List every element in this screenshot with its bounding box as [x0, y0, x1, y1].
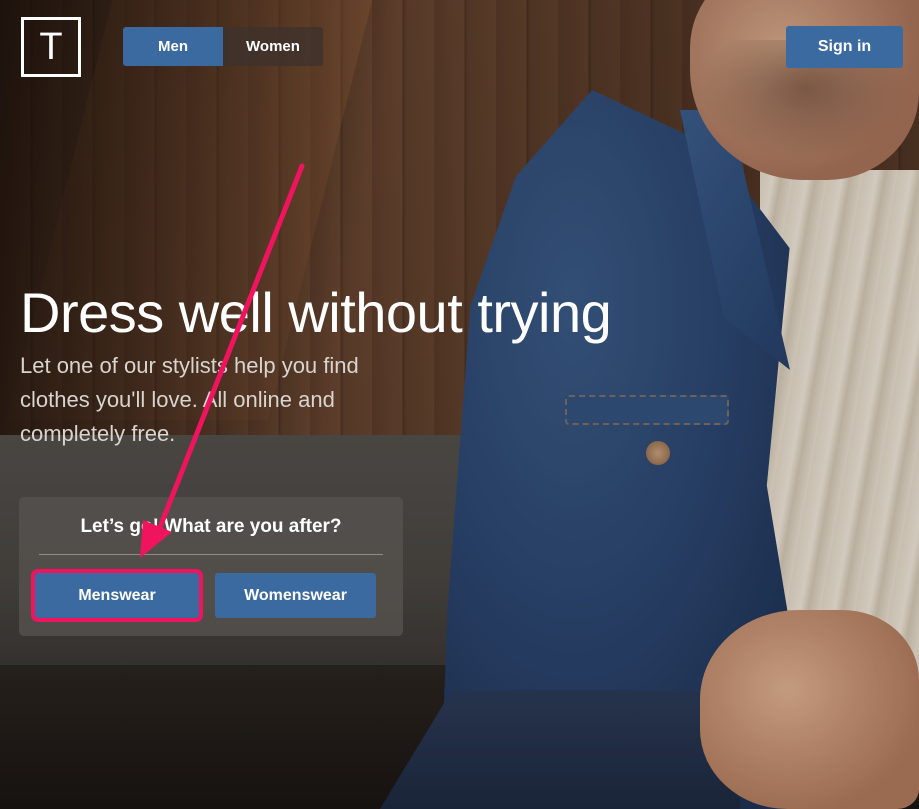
cta-heading: Let’s go! What are you after?	[80, 516, 342, 537]
hero-subtitle: Let one of our stylists help you find cl…	[20, 353, 359, 446]
gender-toggle: Men Women	[123, 27, 323, 66]
tab-women[interactable]: Women	[223, 27, 323, 66]
logo-letter: T	[39, 26, 63, 68]
hero-title: Dress well without trying	[20, 281, 612, 344]
menswear-button[interactable]: Menswear	[31, 569, 203, 622]
cta-divider	[39, 554, 383, 555]
tab-men[interactable]: Men	[123, 27, 223, 66]
site-logo[interactable]: T	[21, 17, 81, 77]
cta-panel: Let’s go! What are you after? Menswear W…	[19, 497, 403, 636]
womenswear-button[interactable]: Womenswear	[215, 573, 376, 618]
sign-in-button[interactable]: Sign in	[786, 26, 903, 68]
